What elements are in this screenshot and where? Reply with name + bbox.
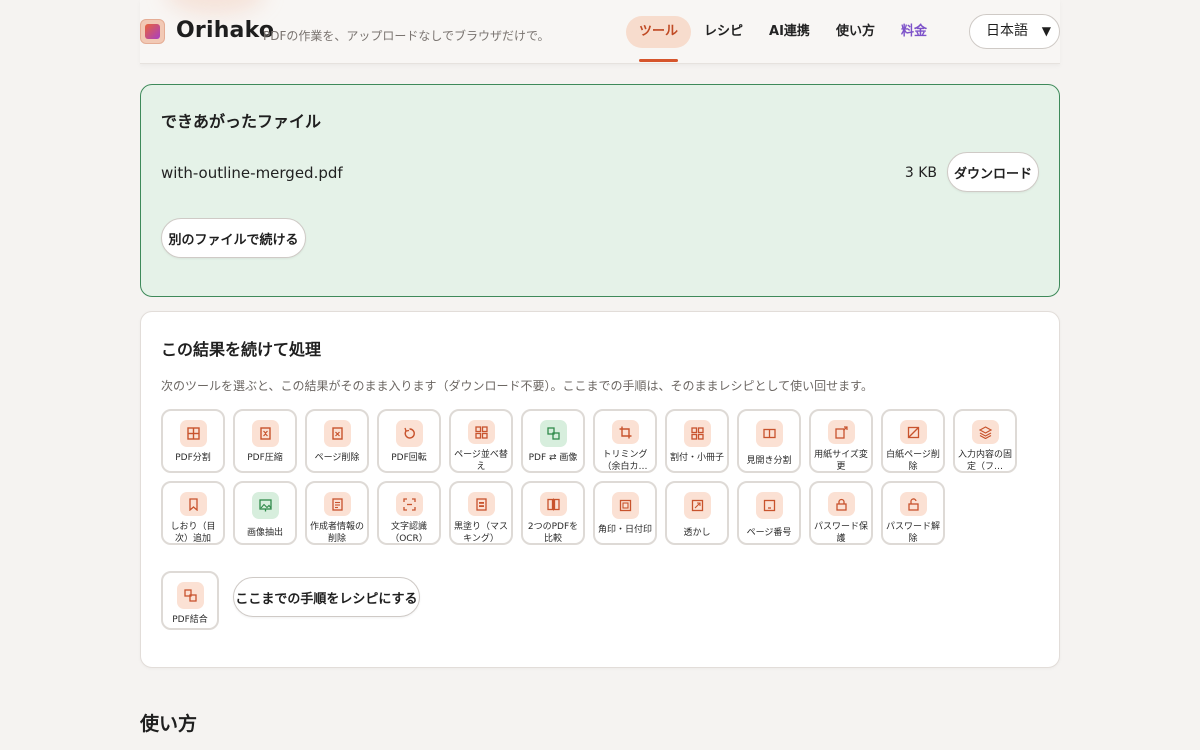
chevron-down-icon: ▼ [1041,24,1051,38]
tool-redact[interactable]: 黒塗り（マスキング） [449,481,513,545]
tool-metadata-remove[interactable]: 作成者情報の削除 [305,481,369,545]
download-button[interactable]: ダウンロード [947,152,1039,192]
blank-page-remove-icon [899,420,927,445]
tool-page-reorder[interactable]: ページ並べ替え [449,409,513,473]
language-select[interactable]: 日本語 ▼ [969,14,1060,49]
site-header: Orihako PDFの作業を、アップロードなしでブラウザだけで。 ツール レシ… [140,0,1060,64]
tool-label: PDF圧縮 [247,453,283,463]
tool-bookmark-add[interactable]: しおり（目次）追加 [161,481,225,545]
tool-ocr[interactable]: 文字認識（OCR） [377,481,441,545]
image-extract-icon [251,492,279,519]
tool-label: 作成者情報の削除 [309,522,364,543]
resize-icon [827,420,855,445]
chain-description: 次のツールを選ぶと、この結果がそのまま入ります（ダウンロード不要）。ここまでの手… [161,379,873,393]
tool-pdf-compress[interactable]: PDF圧縮 [233,409,297,473]
brand-name[interactable]: Orihako [176,18,274,43]
result-file-name: with-outline-merged.pdf [161,164,343,182]
nav-ai[interactable]: AI連携 [756,16,823,48]
ocr-icon [395,492,423,517]
metadata-remove-icon [323,492,351,517]
tool-page-number[interactable]: ページ番号 [737,481,801,545]
tool-password-protect[interactable]: パスワード保護 [809,481,873,545]
tool-label: 入力内容の固定（フ… [957,450,1012,471]
tool-label: パスワード解除 [885,522,940,543]
redact-icon [467,492,495,517]
tool-pdf-rotate[interactable]: PDF回転 [377,409,441,473]
rotate-icon [395,420,423,447]
pdf-image-convert-icon [539,420,567,447]
tool-label: PDF結合 [172,615,208,625]
tool-pdf-merge[interactable]: PDF結合 [161,571,219,630]
split-icon [179,420,207,447]
tool-label: 見開き分割 [746,456,792,466]
tool-label: 黒塗り（マスキング） [453,522,508,543]
stamp-icon [611,492,639,519]
language-value: 日本語 [986,23,1028,39]
chain-title: この結果を続けて処理 [161,340,322,359]
tool-pdf-split[interactable]: PDF分割 [161,409,225,473]
lock-icon [827,492,855,517]
tool-label: ページ番号 [746,528,792,538]
tagline: PDFの作業を、アップロードなしでブラウザだけで。 [263,29,550,43]
watermark-icon [683,492,711,519]
bookmark-icon [179,492,207,517]
result-file-size: 3 KB [904,165,937,181]
reorder-icon [467,420,495,445]
header-glow [165,0,265,15]
tool-label: PDF分割 [175,453,211,463]
tool-image-extract[interactable]: 画像抽出 [233,481,297,545]
tool-label: 透かし [683,528,711,538]
unlock-icon [899,492,927,517]
nav-recipes[interactable]: レシピ [691,16,756,48]
tool-label: ページ並べ替え [454,450,508,471]
tool-paper-resize[interactable]: 用紙サイズ変更 [809,409,873,473]
tool-blank-page-remove[interactable]: 白紙ページ削除 [881,409,945,473]
crop-icon [611,420,639,445]
result-card: できあがったファイル with-outline-merged.pdf 3 KB … [140,84,1060,297]
merge-icon [176,582,204,609]
delete-page-icon [323,420,351,447]
tool-password-remove[interactable]: パスワード解除 [881,481,945,545]
tool-imposition[interactable]: 割付・小冊子 [665,409,729,473]
page-number-icon [755,492,783,519]
tool-pdf-compare[interactable]: 2つのPDFを比較 [521,481,585,545]
tool-page-delete[interactable]: ページ削除 [305,409,369,473]
flatten-layers-icon [971,420,999,445]
tool-label: 2つのPDFを比較 [527,522,579,543]
save-as-recipe-button[interactable]: ここまでの手順をレシピにする [233,577,420,617]
tool-label: PDF回転 [391,453,427,463]
tool-label: パスワード保護 [813,522,868,543]
tool-label: 白紙ページ削除 [886,450,940,471]
tool-label: ページ削除 [314,453,360,463]
nav-tools[interactable]: ツール [626,16,692,62]
tool-label: 文字認識（OCR） [390,522,428,543]
nav-howto[interactable]: 使い方 [823,16,888,48]
imposition-icon [683,420,711,447]
tool-label: 画像抽出 [246,528,283,538]
continue-with-another-file-button[interactable]: 別のファイルで続ける [161,218,306,258]
compress-icon [251,420,279,447]
tool-trimming[interactable]: トリミング（余白カ… [593,409,657,473]
tool-label: トリミング（余白カ… [602,450,648,471]
result-title: できあがったファイル [161,112,322,131]
tool-watermark[interactable]: 透かし [665,481,729,545]
logo-icon[interactable] [140,19,165,44]
tool-label: PDF ⇄ 画像 [528,453,578,463]
tool-pdf-image-convert[interactable]: PDF ⇄ 画像 [521,409,585,473]
tool-label: 割付・小冊子 [669,453,724,463]
nav-pricing[interactable]: 料金 [888,16,940,48]
tool-label: しおり（目次）追加 [170,522,216,543]
tool-spread-split[interactable]: 見開き分割 [737,409,801,473]
main-nav: ツール レシピ AI連携 使い方 料金 [626,16,940,62]
chain-card: この結果を続けて処理 次のツールを選ぶと、この結果がそのまま入ります（ダウンロー… [140,311,1060,668]
tool-label: 角印・日付印 [597,525,652,535]
tool-flatten-form[interactable]: 入力内容の固定（フ… [953,409,1017,473]
compare-icon [539,492,567,517]
howto-heading: 使い方 [140,713,198,735]
spread-split-icon [755,420,783,447]
tool-stamp[interactable]: 角印・日付印 [593,481,657,545]
tool-label: 用紙サイズ変更 [814,450,868,471]
